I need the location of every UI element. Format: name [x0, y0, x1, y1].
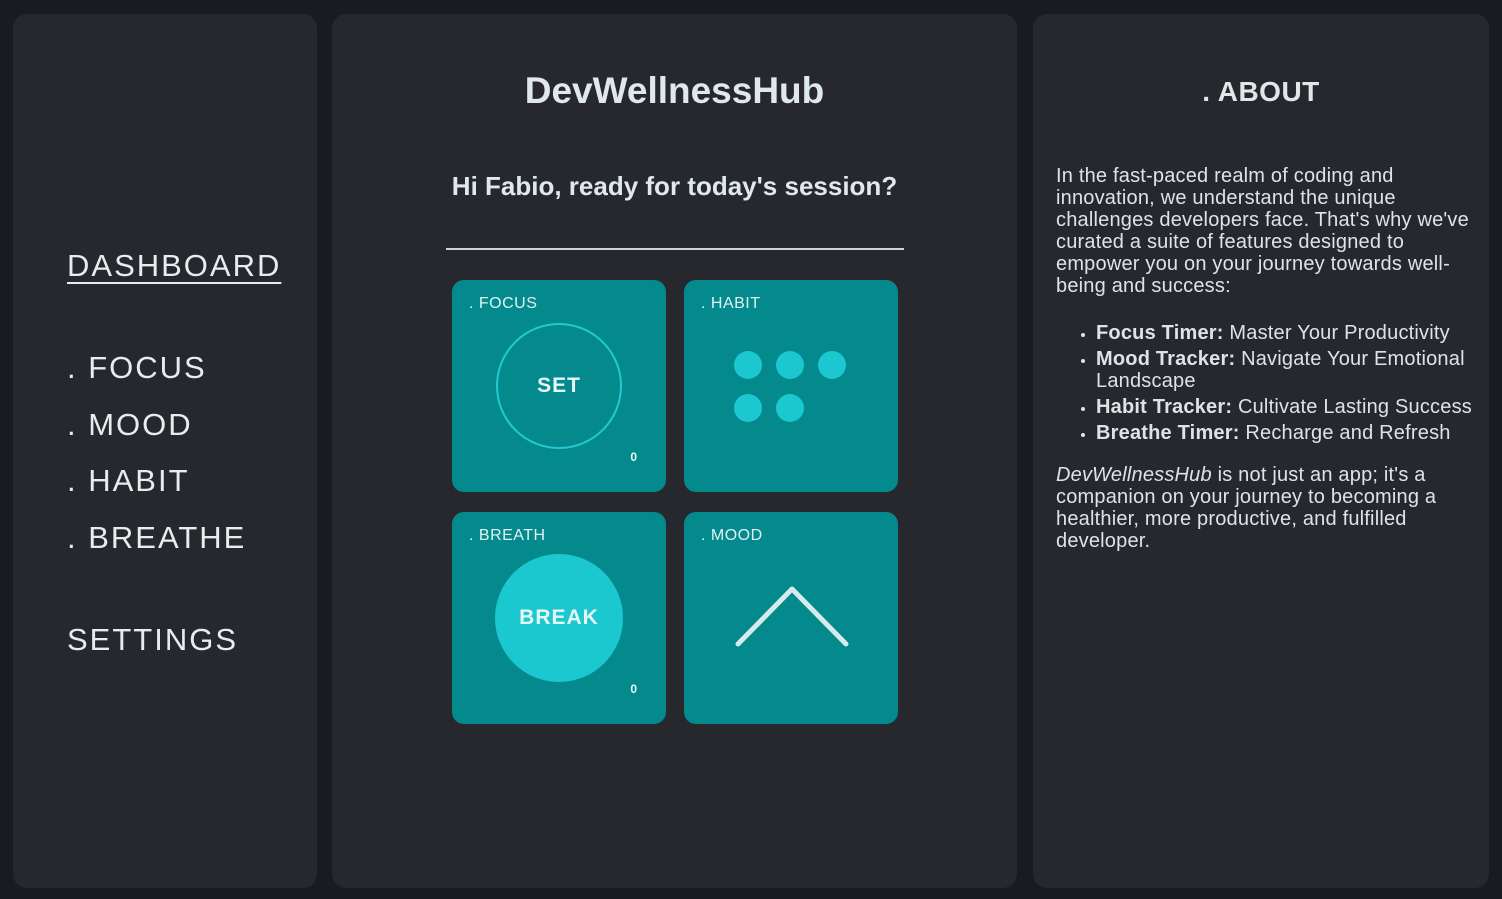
focus-count: 0	[630, 450, 637, 464]
about-outro: DevWellnessHub is not just an app; it's …	[1056, 464, 1472, 552]
habit-dot[interactable]	[734, 394, 762, 422]
about-body: In the fast-paced realm of coding and in…	[1056, 165, 1472, 552]
nav-mood-link[interactable]: . MOOD	[67, 409, 193, 440]
feature-item: Mood Tracker: Navigate Your Emotional La…	[1096, 348, 1472, 392]
nav-settings-link[interactable]: SETTINGS	[67, 624, 238, 655]
feature-desc: Master Your Productivity	[1229, 322, 1450, 344]
feature-list: Focus Timer: Master Your Productivity Mo…	[1096, 322, 1472, 444]
focus-tile[interactable]: . FOCUS SET 0	[452, 280, 666, 492]
greeting-text: Hi Fabio, ready for today's session?	[451, 171, 898, 201]
habit-tile[interactable]: . HABIT	[684, 280, 898, 492]
feature-name: Mood Tracker:	[1096, 348, 1236, 370]
set-timer-button[interactable]: SET	[496, 323, 622, 449]
breath-count: 0	[630, 682, 637, 696]
feature-name: Habit Tracker:	[1096, 396, 1233, 418]
habit-dot[interactable]	[818, 351, 846, 379]
focus-tile-label: . FOCUS	[469, 295, 538, 312]
nav-dashboard-link[interactable]: DASHBOARD	[67, 250, 281, 281]
feature-item: Focus Timer: Master Your Productivity	[1096, 322, 1472, 344]
feature-item: Habit Tracker: Cultivate Lasting Success	[1096, 396, 1472, 418]
feature-name: Focus Timer:	[1096, 322, 1224, 344]
outro-brand: DevWellnessHub	[1056, 464, 1212, 486]
main-panel: DevWellnessHub Hi Fabio, ready for today…	[332, 14, 1017, 888]
about-intro: In the fast-paced realm of coding and in…	[1056, 165, 1469, 297]
app-title: DevWellnessHub	[524, 70, 825, 111]
habit-dot[interactable]	[776, 351, 804, 379]
breath-tile[interactable]: . BREATH BREAK 0	[452, 512, 666, 724]
nav-habit-link[interactable]: . HABIT	[67, 465, 190, 496]
about-panel: . ABOUT In the fast-paced realm of codin…	[1033, 14, 1489, 888]
feature-desc: Recharge and Refresh	[1245, 422, 1451, 444]
nav-breathe-link[interactable]: . BREATHE	[67, 522, 246, 553]
feature-item: Breathe Timer: Recharge and Refresh	[1096, 422, 1472, 444]
feature-desc: Cultivate Lasting Success	[1237, 396, 1472, 418]
nav-focus-link[interactable]: . FOCUS	[67, 352, 207, 383]
divider	[446, 248, 904, 250]
break-button[interactable]: BREAK	[495, 554, 623, 682]
feature-name: Breathe Timer:	[1096, 422, 1240, 444]
habit-dot[interactable]	[734, 351, 762, 379]
habit-tile-label: . HABIT	[701, 295, 761, 312]
chevron-up-icon	[735, 586, 849, 647]
mood-tile[interactable]: . MOOD	[684, 512, 898, 724]
habit-dot[interactable]	[776, 394, 804, 422]
sidebar: DASHBOARD . FOCUS . MOOD . HABIT . BREAT…	[13, 14, 317, 888]
about-title: . ABOUT	[1202, 76, 1320, 107]
breath-tile-label: . BREATH	[469, 527, 546, 544]
